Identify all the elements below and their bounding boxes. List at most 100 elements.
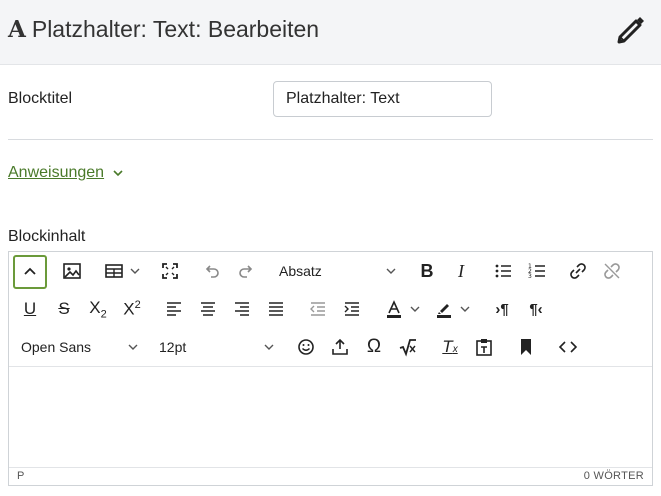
align-right-icon <box>235 302 249 316</box>
content-label: Blockinhalt <box>8 228 86 245</box>
paste-text-button[interactable] <box>469 332 499 362</box>
align-left-icon <box>167 302 181 316</box>
indent-button[interactable] <box>337 294 367 324</box>
source-code-button[interactable] <box>553 332 583 362</box>
numbered-list-button[interactable]: 123 <box>522 256 552 286</box>
numbered-list-icon: 123 <box>528 263 545 280</box>
code-icon <box>558 341 578 353</box>
bookmark-button[interactable] <box>511 332 541 362</box>
chevron-down-icon <box>410 306 420 312</box>
clear-format-icon: Tx <box>442 337 458 356</box>
image-icon <box>63 263 81 279</box>
editor-statusbar: P 0 WÖRTER <box>9 467 652 485</box>
rtl-icon: ¶‹ <box>529 300 543 318</box>
fullscreen-icon <box>162 263 178 279</box>
block-title-label: Blocktitel <box>8 90 73 107</box>
underline-icon: U <box>23 299 37 318</box>
bold-button[interactable]: B <box>412 256 442 286</box>
chevron-up-icon <box>24 267 36 275</box>
subscript-button[interactable]: X2 <box>83 294 113 324</box>
font-size-select[interactable]: 12pt <box>159 332 275 362</box>
upload-button[interactable] <box>325 332 355 362</box>
undo-icon <box>205 265 219 278</box>
editor-toolbar-3: Open Sans 12pt Ω Tx <box>9 328 652 367</box>
ltr-button[interactable]: ›¶ <box>487 294 517 324</box>
table-icon <box>105 264 123 278</box>
format-select-value: Absatz <box>279 263 322 279</box>
underline-button[interactable]: U <box>15 294 45 324</box>
chevron-down-icon <box>113 170 123 177</box>
element-path[interactable]: P <box>17 470 24 482</box>
page-header: A Platzhalter: Text: Bearbeiten <box>0 0 661 65</box>
superscript-button[interactable]: X2 <box>117 294 147 324</box>
block-title-input[interactable] <box>273 81 492 117</box>
redo-icon <box>239 265 253 278</box>
insert-link-button[interactable] <box>563 256 593 286</box>
align-justify-icon <box>269 302 283 316</box>
pencil-icon[interactable] <box>613 12 649 48</box>
font-family-value: Open Sans <box>21 339 92 355</box>
upload-icon <box>332 338 348 355</box>
text-color-icon <box>387 300 401 318</box>
align-left-button[interactable] <box>159 294 189 324</box>
unlink-button[interactable] <box>597 256 627 286</box>
font-size-value: 12pt <box>159 339 187 355</box>
toggle-toolbar-button[interactable] <box>13 255 47 289</box>
chevron-down-icon <box>264 344 274 350</box>
chevron-down-icon <box>386 268 396 274</box>
chevron-down-icon <box>460 306 470 312</box>
chevron-down-icon <box>128 344 138 350</box>
divider <box>8 139 653 140</box>
font-a-icon: A <box>8 16 26 43</box>
link-icon <box>570 263 586 279</box>
bookmark-icon <box>521 339 531 355</box>
instructions-toggle[interactable]: Anweisungen <box>8 164 124 182</box>
indent-icon <box>344 302 359 316</box>
strikethrough-button[interactable]: S <box>49 294 79 324</box>
rtl-button[interactable]: ¶‹ <box>521 294 551 324</box>
emoticons-button[interactable] <box>291 332 321 362</box>
format-select[interactable]: Absatz <box>279 256 397 286</box>
align-center-icon <box>201 302 215 316</box>
subscript-icon: X2 <box>89 297 107 321</box>
text-color-button[interactable] <box>379 294 423 324</box>
editor-content-area[interactable] <box>9 367 652 469</box>
smiley-icon <box>298 339 314 355</box>
italic-button[interactable]: I <box>446 256 476 286</box>
table-button[interactable] <box>99 256 143 286</box>
bullet-list-icon <box>495 264 511 278</box>
ltr-icon: ›¶ <box>495 300 509 318</box>
special-char-button[interactable]: Ω <box>359 332 389 362</box>
rich-text-editor: Absatz B I 123 U S X2 X2 ›¶ ¶‹ Open Sans… <box>8 251 653 486</box>
editor-toolbar-2: U S X2 X2 ›¶ ¶‹ <box>9 290 652 329</box>
align-justify-button[interactable] <box>261 294 291 324</box>
bullet-list-button[interactable] <box>488 256 518 286</box>
chevron-down-icon <box>130 268 140 274</box>
omega-icon: Ω <box>366 336 382 357</box>
svg-text:3: 3 <box>528 273 532 280</box>
page-title-text: Platzhalter: Text: Bearbeiten <box>31 16 320 42</box>
editor-toolbar-1: Absatz B I 123 <box>9 252 652 291</box>
redo-button[interactable] <box>231 256 261 286</box>
unlink-icon <box>604 263 620 279</box>
undo-button[interactable] <box>197 256 227 286</box>
clear-format-button[interactable]: Tx <box>435 332 465 362</box>
sqrt-icon <box>399 339 416 357</box>
clipboard-icon <box>476 339 492 356</box>
math-button[interactable] <box>393 332 423 362</box>
insert-image-button[interactable] <box>57 256 87 286</box>
outdent-button[interactable] <box>303 294 333 324</box>
superscript-icon: X2 <box>123 298 141 319</box>
fullscreen-button[interactable] <box>155 256 185 286</box>
instructions-link[interactable]: Anweisungen <box>8 164 104 182</box>
italic-icon: I <box>458 260 464 281</box>
align-center-button[interactable] <box>193 294 223 324</box>
outdent-icon <box>310 302 325 316</box>
bold-icon: B <box>420 260 434 281</box>
word-count: 0 WÖRTER <box>583 470 644 482</box>
highlight-color-button[interactable] <box>429 294 473 324</box>
highlighter-icon <box>437 304 451 318</box>
page-title: A Platzhalter: Text: Bearbeiten <box>8 16 319 43</box>
font-family-select[interactable]: Open Sans <box>21 332 139 362</box>
align-right-button[interactable] <box>227 294 257 324</box>
